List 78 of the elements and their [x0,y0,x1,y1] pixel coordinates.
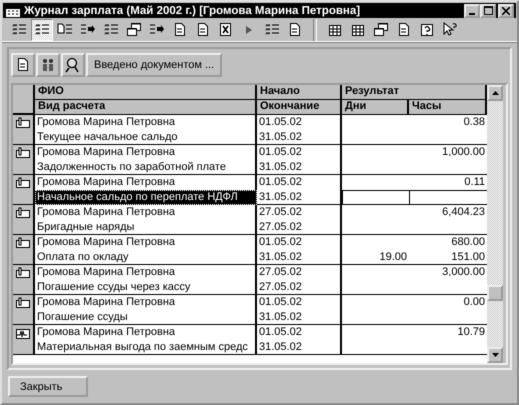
table-cell: 01.05.02 [257,145,342,160]
table-cell: 31.05.02 [257,190,342,205]
table-cell-text: 0.11 [463,175,486,190]
table-cell: 31.05.02 [257,160,342,175]
column-header: Результат [342,85,487,100]
table-cell: 27.05.02 [257,205,342,220]
table-cell-text: 680.00 [450,235,486,250]
column-header: Дни [342,100,409,115]
entered-by-document-button[interactable]: Введено документом ... [86,53,222,77]
table-cell: 31.05.02 [257,250,342,265]
table-cell-text: 1,000.00 [441,145,486,160]
table-icon [350,22,366,38]
minimize-icon [469,12,475,14]
column-header: ФИО [35,85,257,100]
table-cell: 27.05.02 [257,280,342,295]
table-cell: Задолженность по заработной плате [35,160,257,175]
scroll-up-button[interactable] [487,85,503,101]
help-icon [419,22,435,38]
minimize-button[interactable] [464,4,480,18]
table-cell: 01.05.02 [257,115,342,130]
close-icon [502,6,510,14]
table-cell-text: 3,000.00 [441,265,486,280]
document-icon [195,22,211,38]
table-cell: Громова Марина Петровна [35,205,257,220]
table-cell-text: 10.79 [456,325,486,340]
close-dialog-button[interactable]: Закрыть [8,376,88,397]
column-header: Окончание [257,100,342,115]
column-header: Начало [257,85,342,100]
table-cell: Текущее начальное сальдо [35,130,257,145]
up-arrow-icon [492,91,498,95]
table-cell: 31.05.02 [257,310,342,325]
maximize-button[interactable] [480,4,496,18]
table-cell: 31.05.02 [257,130,342,145]
table-cell-text: 6,404.23 [441,205,486,220]
column-header: Вид расчета [35,100,257,115]
table-cell: 27.05.02 [257,265,342,280]
document-icon [218,22,234,38]
table-icon [327,22,343,38]
table-cell-text: 0.38 [462,115,486,130]
table-cell: Погашение ссуды [35,310,257,325]
edit-cell[interactable] [409,190,487,205]
column-header: Часы [409,100,487,115]
table-cell: Материальная выгода по заемным средс [35,340,257,355]
table-cell-text: 0.00 [462,295,486,310]
windows-icon [373,22,389,38]
close-button[interactable] [498,4,514,18]
window-title: Журнал зарплата (Май 2002 г.) [Громова Марина Петровна] [24,4,362,16]
document-icon [172,22,188,38]
scrollbar[interactable] [487,85,503,363]
table-cell: 19.00 [342,250,409,265]
table-cell: Громова Марина Петровна [35,265,257,280]
table-cell: 27.05.02 [257,220,342,235]
table-cell: Бригадные наряды [35,220,257,235]
edit-cell[interactable] [342,190,409,205]
scroll-down-button[interactable] [487,347,503,363]
table-cell: Начальное сальдо по переплате НДФЛ [35,190,257,205]
document-icon [396,22,412,38]
toolbar-button[interactable] [31,19,53,41]
table-cell: 01.05.02 [257,325,342,340]
scroll-thumb[interactable] [487,285,503,301]
people-icon [40,57,56,73]
table-cell: Громова Марина Петровна [35,325,257,340]
table-cell: 01.05.02 [257,235,342,250]
table-cell: Погашение ссуды через кассу [35,280,257,295]
document-icon [287,22,303,38]
down-arrow-icon [492,353,498,357]
table-cell: 31.05.02 [257,340,342,355]
table-cell: Оплата по окладу [35,250,257,265]
windows-icon [126,22,142,38]
table-cell: Громова Марина Петровна [35,295,257,310]
table-cell: Громова Марина Петровна [35,145,257,160]
document-icon [15,57,31,73]
pointer-help-icon [442,22,458,38]
table-cell: Громова Марина Петровна [35,115,257,130]
maximize-icon [484,6,492,15]
table-cell: 01.05.02 [257,295,342,310]
search-icon [65,57,81,73]
table-cell: Громова Марина Петровна [35,235,257,250]
